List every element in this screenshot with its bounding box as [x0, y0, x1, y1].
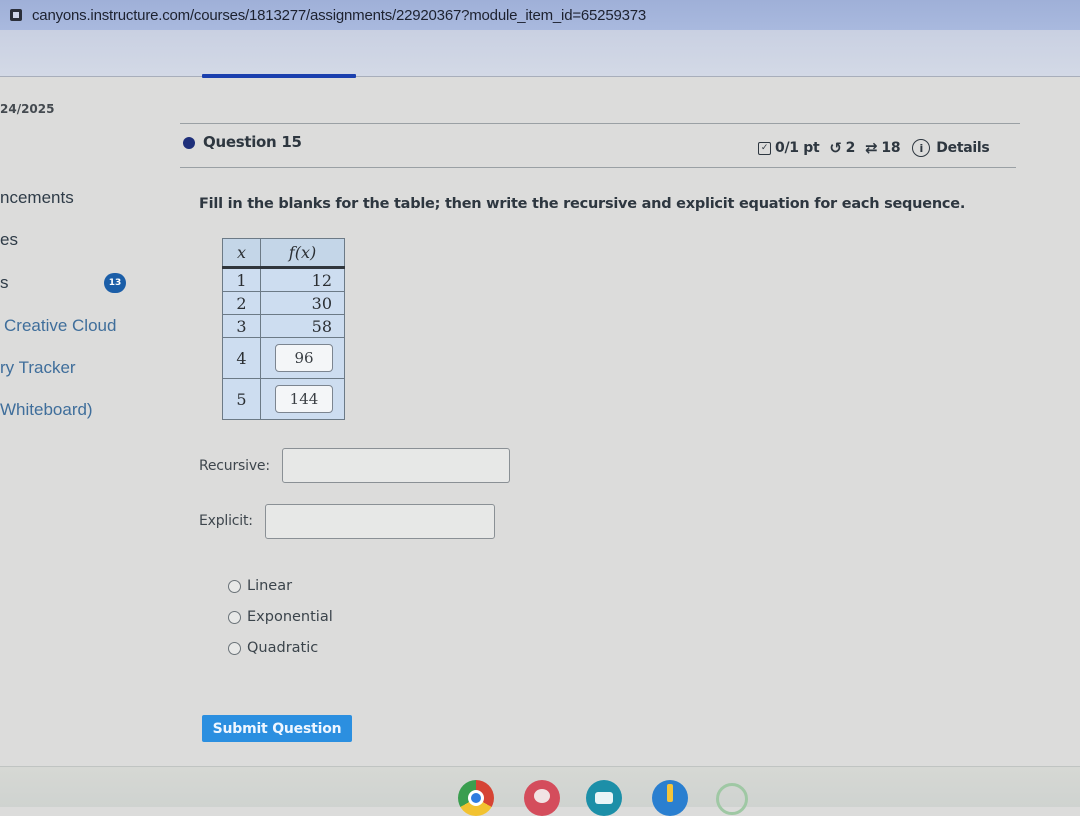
pencil-app-icon[interactable]	[652, 780, 688, 816]
sidebar-item-announcements[interactable]: ncements	[0, 188, 74, 208]
question-meta: ✓ 0/1 pt ↺ 2 ⇄ 18 i Details	[758, 139, 990, 157]
question-title: Question 15	[203, 133, 302, 151]
chrome-icon[interactable]	[458, 780, 494, 816]
notification-badge: 13	[104, 273, 126, 293]
question-status-dot	[183, 137, 195, 149]
radio-button[interactable]	[228, 641, 241, 655]
canvas-paint-icon[interactable]	[524, 780, 560, 816]
function-table: x f(x) 1 12 2 30 3 58 4 96 5 144	[222, 238, 345, 420]
loading-app-icon[interactable]	[716, 783, 748, 815]
sidebar-item-creative-cloud[interactable]: Creative Cloud	[4, 316, 116, 336]
table-row: 5 144	[222, 378, 345, 420]
cell-fx: 30	[260, 291, 345, 315]
table-row: 1 12	[222, 267, 345, 292]
address-bar[interactable]: canyons.instructure.com/courses/1813277/…	[0, 0, 1080, 30]
option-linear[interactable]: Linear	[228, 578, 292, 594]
retry-icon: ↺	[829, 139, 842, 157]
divider	[180, 123, 1020, 124]
fx-input-row-5[interactable]: 144	[275, 385, 333, 413]
cell-x: 3	[222, 314, 261, 338]
divider	[180, 167, 1016, 168]
fx-input-row-4[interactable]: 96	[275, 344, 333, 372]
score-text: 0/1 pt	[775, 140, 820, 156]
option-exponential[interactable]: Exponential	[228, 609, 333, 625]
cell-x: 4	[222, 337, 261, 379]
table-row: 2 30	[222, 291, 345, 315]
header-x: x	[222, 238, 261, 269]
details-link[interactable]: Details	[936, 140, 989, 156]
cell-x: 5	[222, 378, 261, 420]
table-row: 4 96	[222, 337, 345, 379]
site-info-icon[interactable]	[10, 9, 22, 21]
question-instruction: Fill in the blanks for the table; then w…	[199, 196, 966, 212]
cell-fx: 12	[260, 267, 345, 292]
explicit-label: Explicit:	[199, 513, 253, 529]
radio-button[interactable]	[228, 579, 241, 593]
header-fx: f(x)	[260, 238, 345, 269]
option-label: Quadratic	[247, 640, 319, 656]
option-label: Exponential	[247, 609, 333, 625]
explicit-input[interactable]	[265, 504, 495, 539]
retries-count: 2	[845, 140, 856, 156]
option-label: Linear	[247, 578, 293, 594]
cell-x: 1	[222, 267, 261, 292]
sidebar-item-modules[interactable]: es	[0, 230, 18, 250]
cell-fx: 58	[260, 314, 345, 338]
option-quadratic[interactable]: Quadratic	[228, 640, 318, 656]
sidebar-item-tracker[interactable]: ry Tracker	[0, 358, 76, 378]
submit-question-button[interactable]: Submit Question	[202, 715, 352, 742]
attempts-icon: ⇄	[865, 139, 878, 157]
active-tab-indicator	[202, 74, 356, 78]
due-date: 24/2025	[0, 102, 55, 116]
attempts-count: 18	[881, 140, 901, 156]
sidebar-item-whiteboard[interactable]: Whiteboard)	[0, 400, 93, 420]
recursive-label: Recursive:	[199, 458, 270, 474]
info-icon[interactable]: i	[912, 139, 931, 157]
cell-x: 2	[222, 291, 261, 315]
url-text[interactable]: canyons.instructure.com/courses/1813277/…	[32, 7, 646, 24]
recursive-input[interactable]	[282, 448, 510, 483]
table-row: 3 58	[222, 314, 345, 338]
radio-button[interactable]	[228, 610, 241, 624]
screencast-icon[interactable]	[586, 780, 622, 816]
checkbox-score-icon: ✓	[758, 141, 771, 155]
page-header-band	[0, 30, 1080, 77]
sidebar-item-assignments[interactable]: s	[0, 273, 9, 293]
